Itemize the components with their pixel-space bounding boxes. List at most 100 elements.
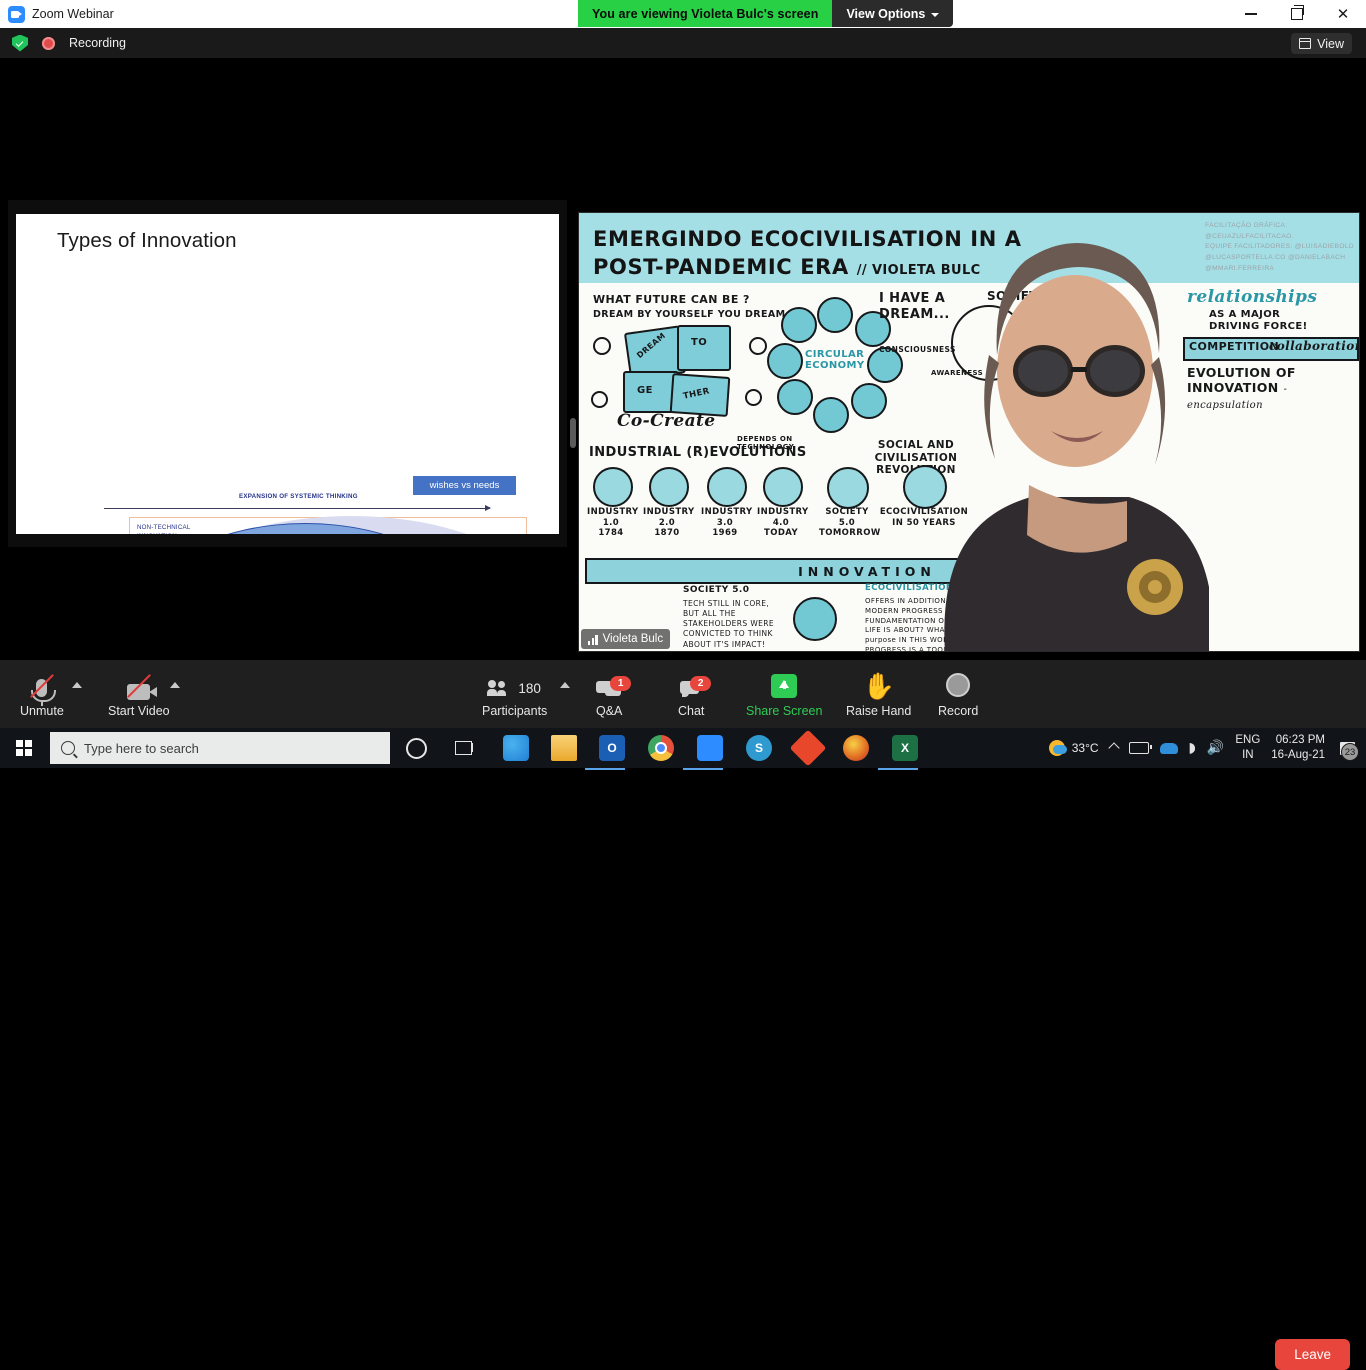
recording-indicator[interactable]: Recording bbox=[12, 28, 126, 58]
taskbar-app-firefox[interactable] bbox=[836, 732, 876, 764]
partly-cloudy-icon bbox=[1048, 740, 1067, 756]
language-indicator[interactable]: ENG IN bbox=[1235, 733, 1260, 763]
shield-check-icon[interactable] bbox=[12, 34, 28, 52]
view-options-label: View Options bbox=[846, 6, 926, 21]
stick-figure-head bbox=[749, 337, 767, 355]
task-view-button[interactable] bbox=[444, 732, 484, 764]
zoom-logo-icon bbox=[8, 5, 25, 23]
non-technical-label-line2: INNOVATION bbox=[137, 533, 177, 534]
stick-figure-head bbox=[591, 391, 608, 408]
chevron-up-icon bbox=[170, 682, 180, 688]
participants-count: 180 bbox=[518, 680, 541, 696]
unmute-button[interactable]: Unmute bbox=[20, 668, 64, 718]
start-button[interactable] bbox=[0, 728, 48, 768]
taskbar-app-outlook[interactable]: O bbox=[585, 732, 632, 770]
record-dot-icon bbox=[42, 36, 55, 50]
credit-line: @MMARI.FERREIRA bbox=[1205, 264, 1275, 272]
chat-button[interactable]: 2 Chat bbox=[678, 668, 712, 718]
search-placeholder: Type here to search bbox=[84, 740, 199, 756]
view-options-button[interactable]: View Options bbox=[832, 0, 954, 27]
acrobat-icon bbox=[789, 729, 827, 767]
revolution-name: INDUSTRY bbox=[643, 507, 695, 517]
layout-grid-icon bbox=[1299, 38, 1312, 49]
onedrive-cloud-icon[interactable] bbox=[1159, 742, 1178, 754]
share-screen-button[interactable]: Share Screen bbox=[746, 668, 822, 718]
taskbar-app-edge[interactable] bbox=[496, 732, 536, 764]
view-layout-button[interactable]: View bbox=[1291, 33, 1352, 54]
speaker-icon[interactable]: 🔊 bbox=[1207, 740, 1224, 756]
collaboration-label: collaboration bbox=[1269, 339, 1360, 353]
taskbar-app-zoom[interactable] bbox=[683, 732, 730, 770]
speaker-webcam bbox=[879, 235, 1214, 651]
credit-line: @LUCASPORTELLA.CO @DANIELABACH bbox=[1205, 254, 1346, 262]
skype-icon: S bbox=[746, 735, 772, 761]
puzzle-word: GE bbox=[637, 385, 653, 396]
share-screen-label: Share Screen bbox=[746, 704, 823, 718]
windows-taskbar: Type here to search O S X 33°C ◗ 🔊 ENG I… bbox=[0, 728, 1366, 770]
re-duce-node bbox=[813, 397, 849, 433]
search-input[interactable]: Type here to search bbox=[50, 732, 390, 764]
record-button[interactable]: Record bbox=[938, 668, 978, 718]
record-label: Record bbox=[938, 704, 979, 718]
chat-badge: 2 bbox=[690, 676, 712, 691]
minimize-button[interactable] bbox=[1228, 0, 1274, 28]
participants-button[interactable]: 180 Participants bbox=[482, 668, 547, 718]
file-explorer-icon bbox=[551, 735, 577, 761]
gear-icon bbox=[593, 467, 633, 507]
stick-figure-head bbox=[745, 389, 762, 406]
non-technical-label: NON-TECHNICAL INNOVATION bbox=[137, 523, 190, 534]
evolution-label: EVOLUTION OF INNOVATION - encapsulation bbox=[1187, 365, 1347, 412]
revolution-version: 2.0 bbox=[658, 517, 676, 528]
weather-temp: 33°C bbox=[1071, 741, 1099, 755]
revolution-year: TODAY bbox=[764, 528, 798, 539]
title-bar-left: Zoom Webinar bbox=[8, 0, 114, 28]
close-icon: ✕ bbox=[1336, 4, 1350, 23]
audio-options-caret[interactable] bbox=[72, 682, 82, 688]
start-video-button[interactable]: Start Video bbox=[108, 668, 170, 718]
chat-bubble-icon: 2 bbox=[680, 668, 712, 700]
re-use-node bbox=[777, 379, 813, 415]
weather-widget[interactable]: 33°C bbox=[1048, 740, 1099, 756]
qa-bubble-icon: 1 bbox=[596, 668, 632, 700]
panel-resize-handle[interactable] bbox=[570, 418, 576, 448]
close-button[interactable]: ✕ bbox=[1320, 0, 1366, 28]
clock[interactable]: 06:23 PM 16-Aug-21 bbox=[1271, 733, 1325, 763]
qa-button[interactable]: 1 Q&A bbox=[596, 668, 632, 718]
clock-date: 16-Aug-21 bbox=[1271, 749, 1325, 761]
re-think-node bbox=[781, 307, 817, 343]
meeting-control-bar: Unmute Start Video 180 Participants 1 Q&… bbox=[0, 660, 1366, 1370]
graphic-question: WHAT FUTURE CAN BE ? bbox=[593, 293, 750, 306]
top-axis-label: EXPANSION OF SYSTEMIC THINKING bbox=[239, 493, 358, 500]
maximize-button[interactable] bbox=[1274, 0, 1320, 28]
wifi-icon[interactable]: ◗ bbox=[1189, 740, 1196, 756]
taskbar-app-skype[interactable]: S bbox=[739, 732, 779, 764]
speaker-name-label: Violeta Bulc bbox=[581, 629, 671, 649]
shared-screen-area[interactable]: Types of Innovation wishes vs needs EXPA… bbox=[8, 200, 567, 547]
participants-caret[interactable] bbox=[560, 682, 570, 688]
system-tray: 33°C ◗ 🔊 ENG IN 06:23 PM 16-Aug-21 23 bbox=[1048, 728, 1366, 768]
chip-icon bbox=[707, 467, 747, 507]
battery-charging-icon[interactable] bbox=[1128, 742, 1152, 754]
taskbar-app-excel[interactable]: X bbox=[878, 732, 925, 770]
show-hidden-icons-chevron[interactable] bbox=[1107, 742, 1120, 754]
leave-button[interactable]: Leave bbox=[1275, 1339, 1350, 1370]
speaker-video-tile[interactable]: EMERGINDO ECOCIVILISATION IN A POST-PAND… bbox=[578, 212, 1360, 652]
zoom-webinar-window: Zoom Webinar You are viewing Violeta Bul… bbox=[0, 0, 1366, 1370]
video-options-caret[interactable] bbox=[170, 682, 180, 688]
taskbar-app-acrobat[interactable] bbox=[788, 729, 828, 767]
cortana-button[interactable] bbox=[396, 732, 436, 764]
participants-label: Participants bbox=[482, 704, 548, 718]
taskbar-app-file-explorer[interactable] bbox=[544, 732, 584, 764]
taskbar-app-chrome[interactable] bbox=[641, 732, 681, 764]
raise-hand-button[interactable]: ✋ Raise Hand bbox=[846, 668, 911, 718]
chevron-up-icon bbox=[560, 682, 570, 688]
title-bar: Zoom Webinar You are viewing Violeta Bul… bbox=[0, 0, 1366, 28]
audio-bars-icon bbox=[588, 634, 598, 645]
qa-badge: 1 bbox=[610, 676, 632, 691]
raised-hand-icon: ✋ bbox=[862, 672, 895, 702]
revolution-year: TOMORROW bbox=[819, 528, 881, 539]
firefox-icon bbox=[843, 735, 869, 761]
window-controls: ✕ bbox=[1228, 0, 1366, 28]
record-circle-icon bbox=[946, 668, 971, 700]
action-center-button[interactable]: 23 bbox=[1336, 736, 1359, 761]
